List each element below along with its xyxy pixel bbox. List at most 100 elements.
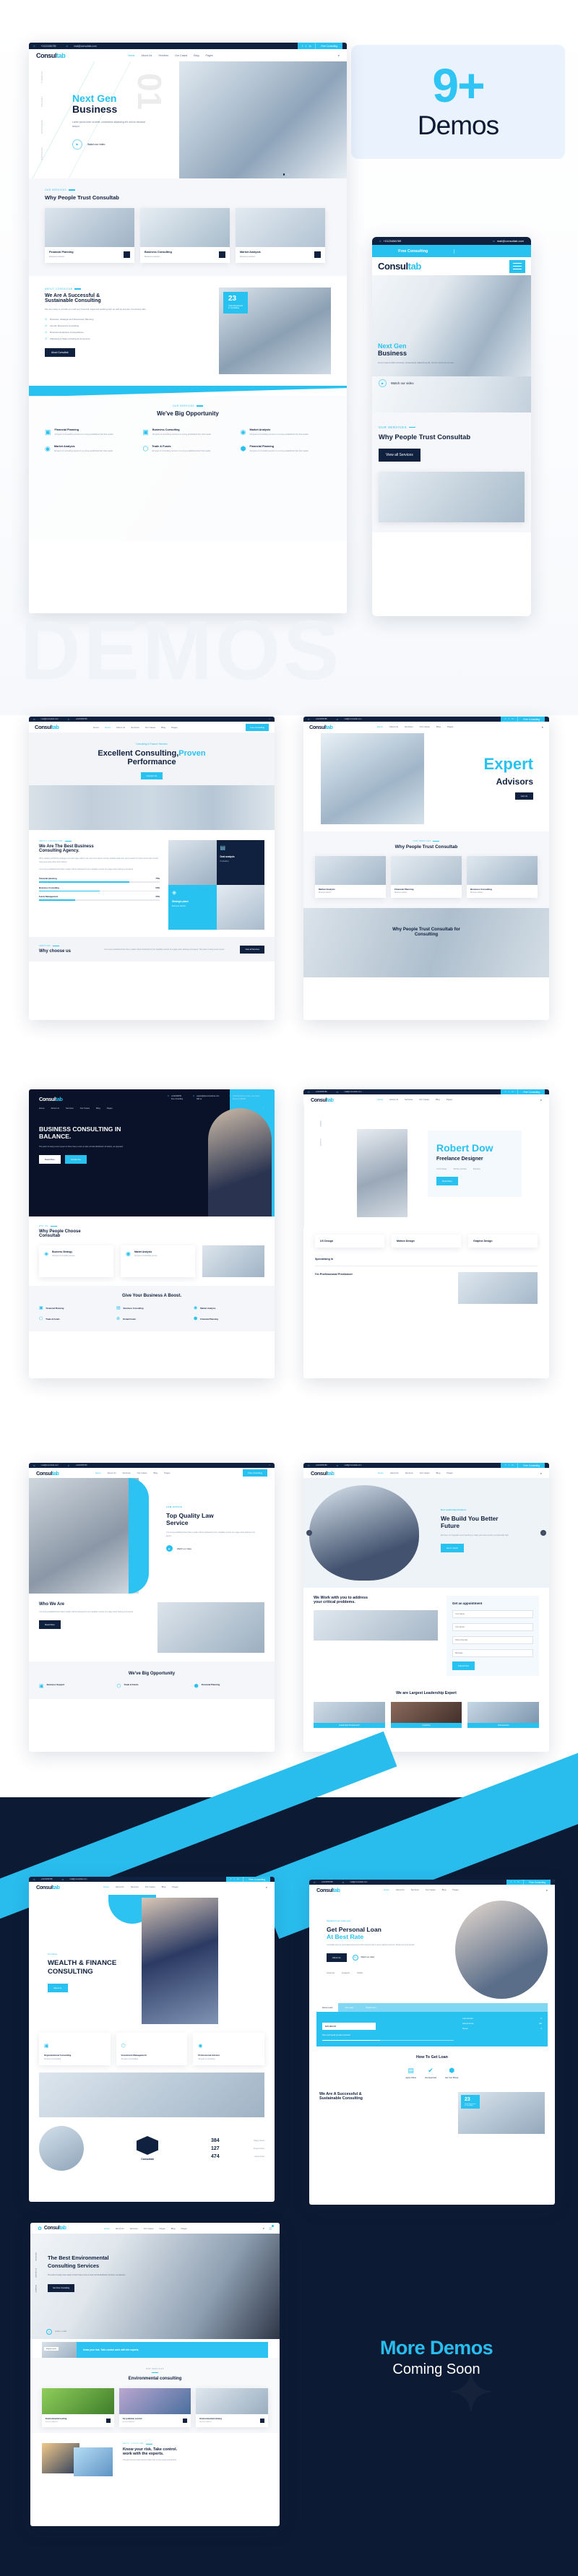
demo-6-video-label[interactable]: Watch our video	[177, 1547, 191, 1550]
demo-2-tile[interactable]: ▤ Deal analysis Profitability	[216, 840, 264, 885]
search-icon[interactable]: ⌕	[540, 1098, 542, 1102]
card-arrow-icon[interactable]	[260, 2419, 265, 2424]
nav-item-about[interactable]: About Us	[116, 726, 125, 729]
facebook-icon[interactable]: f	[230, 1878, 231, 1880]
appointment-name-input[interactable]	[452, 1610, 533, 1618]
cart-icon[interactable]: 🛒	[269, 2225, 274, 2230]
boost-item[interactable]: ◉ Market Analysis	[194, 1305, 264, 1310]
nav-item-blog[interactable]: Blog	[436, 725, 441, 728]
play-icon[interactable]: ▶	[379, 379, 387, 387]
nav-item-pages[interactable]: Pages	[447, 1471, 452, 1474]
free-consulting-button[interactable]: Free Consulting	[517, 1089, 545, 1094]
social-links[interactable]: f t in	[297, 43, 316, 49]
boost-item[interactable]: ⬢ Financial Planning	[194, 1316, 264, 1321]
boost-item[interactable]: ▣ Financial Planning	[39, 1305, 110, 1310]
demo-5-service[interactable]: Motion Design	[392, 1235, 461, 1248]
hero-side-link-2[interactable]: INSTAGRAM	[40, 120, 43, 134]
demo-4-feature[interactable]: ◈ Business Strategy All types of consulti…	[39, 1245, 113, 1277]
phone-number[interactable]: +0123456789	[75, 718, 87, 720]
nav-item-blog[interactable]: Blog	[162, 1885, 166, 1888]
demo-10-side-link[interactable]: DRIBBBLE	[35, 2285, 36, 2293]
demo-3-card[interactable]: Financial Planning Business Advisor	[391, 856, 462, 898]
phone-number[interactable]: +0123456789	[316, 718, 327, 720]
opportunity-item[interactable]: ▣ Financial Planning All types of consulti…	[45, 428, 135, 436]
nav-item-about[interactable]: About Us	[389, 725, 398, 728]
free-consulting-button[interactable]: Free Consulting	[517, 1463, 545, 1468]
nav-item-blog[interactable]: Blog	[436, 1098, 440, 1101]
appointment-submit-button[interactable]: Submit Now	[452, 1661, 475, 1670]
demo-8-feature[interactable]: ⬡ Investment Management All types of consu…	[116, 2033, 188, 2065]
logo[interactable]: Consultab	[311, 1097, 334, 1103]
nav-item-pages[interactable]: Pages	[447, 725, 454, 728]
nav-item-about[interactable]: About Us	[390, 1471, 399, 1474]
demo-5-side-link[interactable]: Facebook	[319, 1138, 322, 1146]
facebook-icon[interactable]: f	[505, 1464, 506, 1466]
appointment-message-input[interactable]	[452, 1649, 533, 1657]
nav-item-services[interactable]: Services	[405, 1098, 413, 1101]
email-address[interactable]: mail@consultab.com	[41, 1464, 59, 1466]
opportunity-item[interactable]: ⬡ Trade & Funds All types of consulting se…	[142, 445, 233, 453]
social-link[interactable]: Instagram	[342, 1972, 350, 1974]
free-consulting-button[interactable]: Free Consulting	[517, 717, 545, 722]
calc-tab-active[interactable]: Home Loan	[316, 2003, 339, 2012]
nav-item-home[interactable]: Home	[128, 54, 135, 57]
nav-item-pages[interactable]: Pages	[447, 1098, 452, 1101]
mobile-email[interactable]: mail@consultab.com	[497, 239, 524, 243]
card-arrow-icon[interactable]	[183, 2419, 188, 2424]
card-arrow-icon[interactable]	[105, 2419, 111, 2424]
nav-item-about[interactable]: About Us	[116, 1885, 124, 1888]
email-address[interactable]: mail@consultab.com	[344, 1091, 361, 1093]
free-consulting-button[interactable]: Free Consulting	[246, 723, 269, 731]
nav-item-services[interactable]: Services	[131, 1885, 139, 1888]
nav-item-home[interactable]: Home	[103, 1885, 109, 1888]
demo-3-card[interactable]: Business Consulting Business Advisor	[467, 856, 538, 898]
demo-10-side-link[interactable]: INSTAGRAM	[35, 2268, 36, 2278]
demo-10-request-quote-button[interactable]: Request a quote	[44, 2347, 59, 2351]
nav-item-about[interactable]: About Us	[108, 1471, 116, 1474]
play-icon[interactable]: ▶	[166, 1545, 173, 1552]
nav-item-blog[interactable]: Blog	[436, 1471, 441, 1474]
demo-2-tile[interactable]: ◈ Strategic plans Business Advisor	[168, 885, 217, 930]
demo-3-card[interactable]: Market Analysis Business Advisor	[315, 856, 386, 898]
hero-side-link-1[interactable]: TWITTER	[40, 97, 43, 108]
demo-8-feature[interactable]: ◉ Professional Advisor All types of consul…	[193, 2033, 265, 2065]
demo-8-cta[interactable]: About Us	[48, 1983, 68, 1992]
nav-item-cases[interactable]: Our Cases	[419, 1098, 429, 1101]
demo-4-phone[interactable]: +0123456789	[171, 1096, 181, 1097]
phone-number[interactable]: +0123456789	[41, 45, 56, 48]
logo[interactable]: Consultab	[35, 724, 59, 730]
logo[interactable]: Consultab	[44, 2226, 66, 2231]
demo-8-mockup[interactable]: ✆ +0123456789 ✉ mail@consultab.com f t in Fre…	[29, 1877, 275, 2202]
nav-item-cases[interactable]: Our Cases	[420, 725, 430, 728]
how-step[interactable]: ✔ Get Approved	[425, 2067, 436, 2079]
demo-6-op-item[interactable]: ⬡ Trade & Funds	[116, 1683, 186, 1689]
mobile-phone[interactable]: +0123456789	[384, 239, 402, 243]
mobile-watch-video[interactable]: Watch our video	[391, 381, 414, 385]
demo-10-cta[interactable]: Get Free Consulting	[48, 2284, 75, 2293]
email-address[interactable]: mail@consultab.com	[344, 1464, 361, 1466]
twitter-icon[interactable]: t	[234, 1878, 235, 1880]
nav-item-pages[interactable]: Pages	[171, 726, 178, 729]
nav-item-blog[interactable]: Blog	[161, 726, 165, 729]
free-consulting-button[interactable]: Free Consulting	[315, 43, 342, 49]
social-link[interactable]: Dribble	[357, 1972, 363, 1974]
scroll-down-icon[interactable]: ▼	[46, 2329, 52, 2335]
linkedin-icon[interactable]: in	[309, 45, 311, 48]
appointment-email-input[interactable]	[452, 1623, 533, 1631]
nav-item-services[interactable]: Services	[405, 1471, 413, 1474]
social-link[interactable]: Facebook	[327, 1972, 335, 1974]
nav-item-cases[interactable]: Our Cases	[175, 54, 187, 57]
demo-4-mockup[interactable]: Consultab ✆ +0123456789 Free Consulting ✉ s…	[29, 1089, 275, 1378]
play-icon[interactable]: ▶	[72, 139, 82, 150]
nav-item-blog[interactable]: Blog	[442, 1888, 447, 1891]
nav-item-pages[interactable]: Pages	[172, 1885, 178, 1888]
demo-9-loan-calculator[interactable]: Home Loan Car Loan Credit Loan How much …	[316, 2003, 548, 2047]
demo-5-service[interactable]: UX Design	[315, 1235, 384, 1248]
logo[interactable]: Consultab	[36, 1470, 59, 1477]
demo-8-feature[interactable]: ▣ Organizational Consulting All types of c…	[39, 2033, 111, 2065]
demo-4-feature[interactable]: ◉ Market Analysis All types of consulting…	[121, 1245, 195, 1277]
search-icon[interactable]: ⌕	[546, 1888, 548, 1892]
demo-5-cta[interactable]: Read More	[436, 1177, 458, 1185]
nav-item-home[interactable]: Home	[378, 1471, 384, 1474]
hero-side-link-3[interactable]: FACEBOOK	[40, 147, 43, 160]
